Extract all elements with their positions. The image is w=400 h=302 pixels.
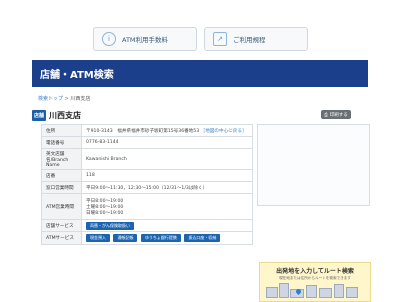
breadcrumb: 検索トップ > 川西支店: [38, 95, 90, 102]
atm-hours-cell: 平日8:00～19:00 土曜8:00～19:00 日曜8:00～19:00: [81, 193, 253, 220]
address-value: 〒910-3143 福井県福井市砂子坂町第15号36番地53: [86, 128, 200, 134]
atm-service-tag: ゆうちょ銀行提携: [140, 234, 181, 242]
branch-badge-icon: 店舗: [32, 110, 47, 121]
english-name-value: Kawanishi Branch: [81, 148, 253, 170]
route-search-subtitle: 現在地または住所からルートを検索できます: [279, 276, 351, 280]
print-label: 印刷する: [329, 112, 348, 118]
branch-title: 店舗 川西支店: [32, 110, 81, 121]
usage-rules-label: ご利用規程: [233, 36, 266, 44]
english-name-label: 英文店舗名/Branch Name: [41, 148, 82, 170]
phone-value: 0776-83-1144: [81, 136, 253, 149]
atm-hours-label: ATM営業時間: [41, 193, 82, 220]
atm-fee-button[interactable]: i ATM利用手数料: [93, 27, 197, 51]
atm-hours-sunday: 日曜8:00～19:00: [86, 210, 124, 216]
table-row: 窓口営業時間 平日9:00～11:30，12:30～15:00（12/31～1/…: [41, 181, 253, 194]
table-row: 住所 〒910-3143 福井県福井市砂子坂町第15号36番地53 ［地図の中心…: [41, 124, 253, 137]
page-title: 店舗・ATM検索: [40, 70, 114, 81]
print-button[interactable]: ⎙ 印刷する: [321, 110, 351, 119]
page-header: 店舗・ATM検索: [32, 60, 368, 87]
branch-info-table: 住所 〒910-3143 福井県福井市砂子坂町第15号36番地53 ［地図の中心…: [41, 124, 253, 245]
route-search-banner[interactable]: 出発地を入力してルート検索 現在地または住所からルートを検索できます: [259, 262, 371, 302]
breadcrumb-home-link[interactable]: 検索トップ: [38, 96, 63, 102]
address-label: 住所: [41, 124, 82, 137]
atm-service-tag: 現金預入: [86, 234, 110, 242]
atm-services-label: ATMサービス: [41, 231, 82, 245]
breadcrumb-current: 川西支店: [70, 96, 91, 102]
city-illustration: [266, 283, 364, 298]
info-circle-icon: i: [102, 32, 116, 46]
printer-icon: ⎙: [324, 112, 328, 118]
atm-fee-label: ATM利用手数料: [122, 36, 169, 44]
table-row: 英文店舗名/Branch Name Kawanishi Branch: [41, 148, 253, 170]
map-panel[interactable]: [257, 124, 370, 206]
counter-hours-label: 窓口営業時間: [41, 181, 82, 194]
table-row: ATM営業時間 平日8:00～19:00 土曜8:00～19:00 日曜8:00…: [41, 193, 253, 220]
map-center-link[interactable]: ［地図の中心に戻る］: [201, 129, 247, 134]
atm-services-cell: 現金預入 通帳記帳 ゆうちょ銀行提携 振込口座・収納: [81, 231, 253, 245]
phone-label: 電話番号: [41, 136, 82, 149]
store-services-cell: 両替・がん保険取扱い: [81, 219, 253, 232]
branch-number-value: 118: [81, 169, 253, 182]
service-tag: 両替・がん保険取扱い: [86, 221, 134, 230]
atm-service-tag: 振込口座・収納: [184, 234, 221, 242]
store-services-label: 店舗サービス: [41, 219, 82, 232]
address-cell: 〒910-3143 福井県福井市砂子坂町第15号36番地53 ［地図の中心に戻る…: [81, 124, 253, 137]
usage-rules-button[interactable]: ↗ ご利用規程: [204, 27, 308, 51]
route-search-title: 出発地を入力してルート検索: [276, 268, 354, 275]
table-row: ATMサービス 現金預入 通帳記帳 ゆうちょ銀行提携 振込口座・収納: [41, 231, 253, 245]
table-row: 店舗サービス 両替・がん保険取扱い: [41, 219, 253, 232]
table-row: 店番 118: [41, 169, 253, 182]
counter-hours-value: 平日9:00～11:30，12:30～15:00（12/31～1/3は除く）: [81, 181, 253, 194]
atm-service-tag: 通帳記帳: [113, 234, 138, 242]
table-row: 電話番号 0776-83-1144: [41, 136, 253, 149]
branch-name: 川西支店: [49, 111, 82, 120]
breadcrumb-separator: >: [64, 96, 69, 102]
external-link-icon: ↗: [213, 32, 227, 46]
branch-number-label: 店番: [41, 169, 82, 182]
